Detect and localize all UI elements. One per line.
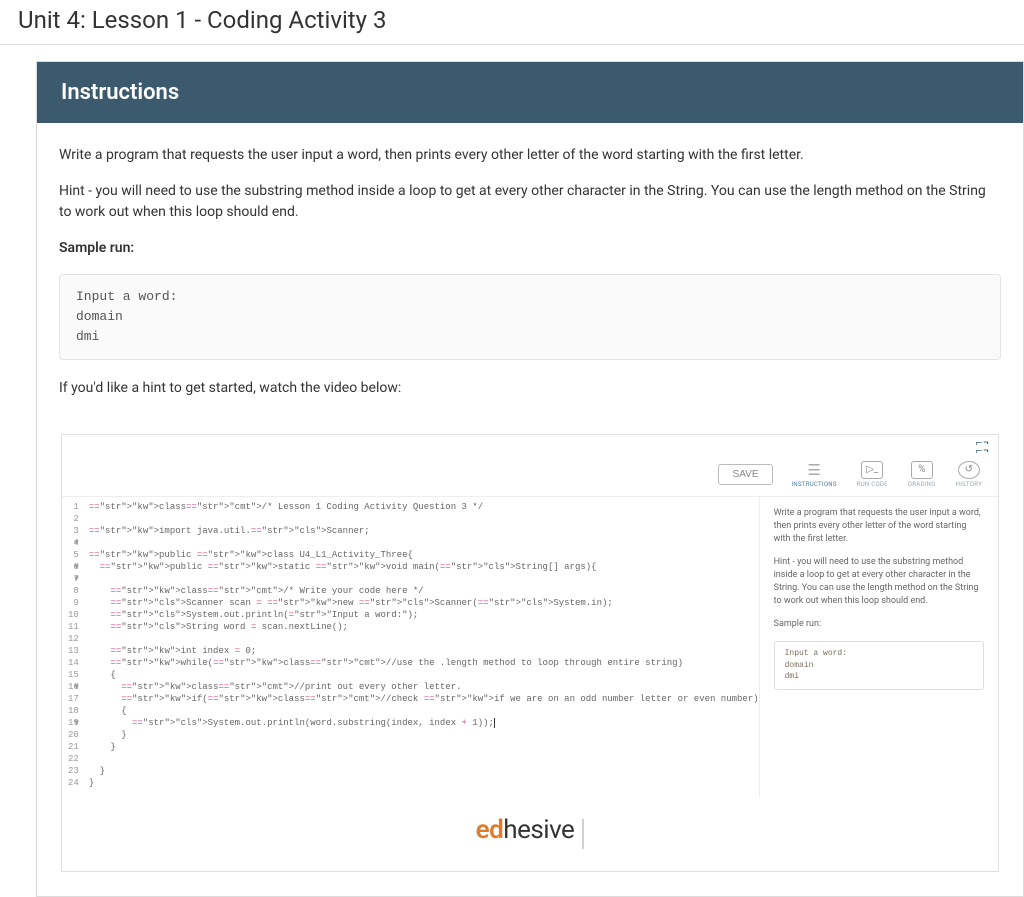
save-button[interactable]: SAVE (718, 464, 774, 485)
line-gutter: 123 ▾45 ▾6 ▾789101112131415 ▾161718 ▾192… (68, 501, 89, 789)
brand-row: edhesive (62, 797, 998, 871)
fullscreen-corner[interactable]: ⌐ ¬⌐ ¬ (62, 435, 998, 455)
sample-run-block: Input a word: domain dmi (59, 274, 1001, 360)
tab-history[interactable]: ↺ HISTORY (956, 461, 982, 488)
instructions-sidebar: Write a program that requests the user i… (759, 497, 998, 797)
main-card: Instructions Write a program that reques… (36, 61, 1024, 897)
instructions-body: Write a program that requests the user i… (37, 123, 1023, 428)
video-hint-text: If you'd like a hint to get started, wat… (59, 378, 1001, 400)
side-instruction-2: Hint - you will need to use the substrin… (774, 556, 984, 608)
grading-icon: % (911, 461, 933, 479)
sample-run-label: Sample run: (59, 238, 1001, 260)
tab-grading[interactable]: % GRADING (908, 461, 936, 488)
instruction-text-1: Write a program that requests the user i… (59, 145, 1001, 167)
ide-area: 123 ▾45 ▾6 ▾789101112131415 ▾161718 ▾192… (62, 496, 998, 797)
ide-toolbar: SAVE ☰ INSTRUCTIONS ▷_ RUN CODE % GRADIN… (62, 455, 998, 496)
side-sample-block: Input a word: domain dmi (774, 641, 984, 690)
ide-screenshot: ⌐ ¬⌐ ¬ SAVE ☰ INSTRUCTIONS ▷_ RUN CODE %… (61, 434, 999, 872)
instructions-icon: ☰ (807, 461, 820, 479)
brand-logo: edhesive (476, 815, 575, 845)
tab-instructions[interactable]: ☰ INSTRUCTIONS (791, 461, 836, 488)
side-instruction-1: Write a program that requests the user i… (774, 507, 984, 546)
history-icon: ↺ (958, 461, 980, 479)
code-editor[interactable]: 123 ▾45 ▾6 ▾789101112131415 ▾161718 ▾192… (62, 497, 759, 797)
instruction-text-2: Hint - you will need to use the substrin… (59, 181, 1001, 224)
run-code-icon: ▷_ (861, 461, 883, 479)
tab-run-code[interactable]: ▷_ RUN CODE (857, 461, 888, 488)
page-title: Unit 4: Lesson 1 - Coding Activity 3 (0, 0, 1024, 45)
side-sample-label: Sample run: (774, 618, 984, 631)
instructions-header: Instructions (37, 62, 1023, 123)
code-lines: =="str">"kw">class=="str">"cmt">/* Lesso… (89, 501, 759, 789)
